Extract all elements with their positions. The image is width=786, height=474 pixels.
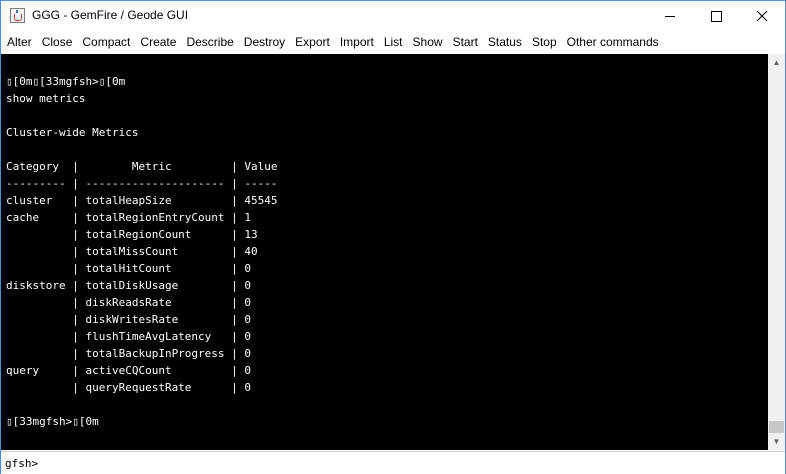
menu-import[interactable]: Import [335,32,379,53]
close-button[interactable] [739,1,785,31]
command-input[interactable] [3,454,783,472]
menu-stop[interactable]: Stop [527,32,562,53]
command-input-row [1,451,785,474]
menu-describe[interactable]: Describe [181,32,238,53]
java-cup-icon [10,8,25,23]
menu-close[interactable]: Close [37,32,78,53]
menu-destroy[interactable]: Destroy [239,32,290,53]
console-line: query | activeCQCount | 0 [6,364,252,377]
menu-show[interactable]: Show [408,32,448,53]
minimize-button[interactable] [647,1,693,31]
console-line: | totalRegionCount | 13 [6,228,258,241]
menu-other-commands[interactable]: Other commands [562,32,664,53]
menu-bar: Alter Close Compact Create Describe Dest… [1,32,785,53]
console-line: ▯[0m▯[33mgfsh>▯[0m [6,75,126,88]
console-line: ▯[33mgfsh>▯[0m [6,415,99,428]
menu-create[interactable]: Create [135,32,181,53]
minimize-icon [665,15,675,17]
console-line: diskstore | totalDiskUsage | 0 [6,279,252,292]
maximize-button[interactable] [693,1,739,31]
console-line: --------- | --------------------- | ----… [6,177,278,190]
scroll-down-arrow-icon[interactable]: ▼ [768,433,785,450]
menu-start[interactable]: Start [448,32,483,53]
console-line: Category | Metric | Value [6,160,278,173]
console-line: cluster | totalHeapSize | 45545 [6,194,278,207]
vertical-scrollbar[interactable]: ▲ ▼ [768,54,785,450]
close-icon [756,10,768,22]
console-output[interactable]: ▯[0m▯[33mgfsh>▯[0m show metrics Cluster-… [1,54,768,450]
menu-status[interactable]: Status [483,32,527,53]
console-line: | totalHitCount | 0 [6,262,252,275]
console-line: Cluster-wide Metrics [6,126,139,139]
menu-list[interactable]: List [379,32,408,53]
app-window: GGG - GemFire / Geode GUI Alter Close Co… [0,0,786,474]
scrollbar-thumb[interactable] [769,421,784,433]
console-line: cache | totalRegionEntryCount | 1 [6,211,252,224]
window-title: GGG - GemFire / Geode GUI [32,8,189,22]
scroll-up-arrow-icon[interactable]: ▲ [768,54,785,71]
console-line: | queryRequestRate | 0 [6,381,252,394]
console-line: show metrics [6,92,86,105]
title-bar[interactable]: GGG - GemFire / Geode GUI [1,1,785,31]
console-line: | totalBackupInProgress | 0 [6,347,252,360]
maximize-icon [710,10,722,22]
console-line: | flushTimeAvgLatency | 0 [6,330,252,343]
menu-export[interactable]: Export [290,32,335,53]
menu-compact[interactable]: Compact [77,32,135,53]
console-line: | diskReadsRate | 0 [6,296,252,309]
menu-alter[interactable]: Alter [1,32,37,53]
console-line: | totalMissCount | 40 [6,245,258,258]
console-line: | diskWritesRate | 0 [6,313,252,326]
